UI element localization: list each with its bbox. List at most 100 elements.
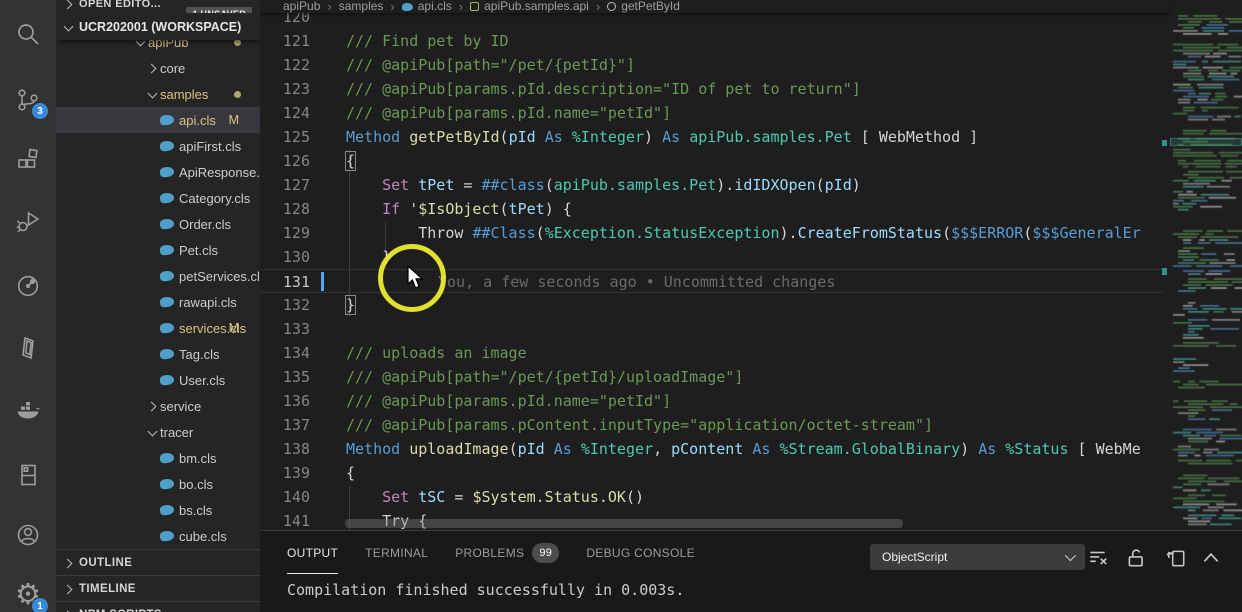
tree-item-pet-cls[interactable]: Pet.cls xyxy=(56,237,260,263)
code-line-121[interactable]: 121/// Find pet by ID xyxy=(260,29,1163,53)
account-icon[interactable] xyxy=(14,521,42,549)
class-file-icon xyxy=(160,504,175,515)
circle-branch-icon[interactable] xyxy=(14,272,42,300)
code-line-128[interactable]: 128 If '$IsObject(tPet) { xyxy=(260,197,1163,221)
breadcrumb-item-getpetbyid[interactable]: getPetById xyxy=(607,0,680,13)
tree-item-api-cls[interactable]: api.clsM xyxy=(56,107,260,133)
tree-item-cube-cls[interactable]: cube.cls xyxy=(56,523,260,549)
line-content: Method getPetById(pId As %Integer) As ap… xyxy=(346,125,978,149)
source-control-icon[interactable]: 3 xyxy=(14,86,42,114)
tree-item-tag-cls[interactable]: Tag.cls xyxy=(56,341,260,367)
code-line-139[interactable]: 139{ xyxy=(260,461,1163,485)
line-content: /// @apiPub[params.pId.name="petId"] xyxy=(346,101,671,125)
code-line-133[interactable]: 133 xyxy=(260,317,1163,341)
run-debug-icon[interactable] xyxy=(14,208,42,236)
code-line-129[interactable]: 129 Throw ##Class(%Exception.StatusExcep… xyxy=(260,221,1163,245)
section-header-outline[interactable]: OUTLINE xyxy=(56,549,260,575)
code-line-126[interactable]: 126{ xyxy=(260,149,1163,173)
line-number: 136 xyxy=(260,389,310,413)
docker-icon[interactable] xyxy=(14,396,42,424)
code-line-123[interactable]: 123/// @apiPub[params.pId.description="I… xyxy=(260,77,1163,101)
clear-output-icon[interactable] xyxy=(1087,547,1109,569)
tree-item-tracer[interactable]: tracer xyxy=(56,419,260,445)
tree-item-rawapi-cls[interactable]: rawapi.cls xyxy=(56,289,260,315)
breadcrumb-label: apiPub.samples.api xyxy=(484,0,589,13)
open-in-editor-icon[interactable] xyxy=(1165,547,1187,569)
breadcrumb-item-apipub[interactable]: apiPub xyxy=(283,0,320,13)
extensions-icon[interactable] xyxy=(14,146,42,174)
line-number: 133 xyxy=(260,317,310,341)
problems-count-badge: 99 xyxy=(532,543,559,563)
tree-item-services-cls[interactable]: services.clsM xyxy=(56,315,260,341)
tree-item-service[interactable]: service xyxy=(56,393,260,419)
section-label: TIMELINE xyxy=(79,583,136,595)
horizontal-scrollbar[interactable] xyxy=(345,519,903,528)
unlock-icon[interactable] xyxy=(1125,547,1147,569)
tree-item-bs-cls[interactable]: bs.cls xyxy=(56,497,260,523)
breadcrumb-item-samples[interactable]: samples xyxy=(339,0,384,13)
tree-item-bm-cls[interactable]: bm.cls xyxy=(56,445,260,471)
code-editor[interactable]: apiPub›samples›api.cls›apiPub.samples.ap… xyxy=(260,0,1242,530)
code-line-140[interactable]: 140 Set tSC = $System.Status.OK() xyxy=(260,485,1163,509)
tree-item-order-cls[interactable]: Order.cls xyxy=(56,211,260,237)
code-line-122[interactable]: 122/// @apiPub[path="/pet/{petId}"] xyxy=(260,53,1163,77)
objectscript-icon[interactable] xyxy=(14,334,42,362)
line-number: 126 xyxy=(260,149,310,173)
line-number: 124 xyxy=(260,101,310,125)
code-line-134[interactable]: 134/// uploads an image xyxy=(260,341,1163,365)
section-header-npm-scripts[interactable]: NPM SCRIPTS xyxy=(56,601,260,612)
tree-item-core[interactable]: core xyxy=(56,55,260,81)
panel-tab-problems[interactable]: PROBLEMS99 xyxy=(455,531,559,574)
section-header-timeline[interactable]: TIMELINE xyxy=(56,575,260,601)
output-channel-select[interactable]: ObjectScript xyxy=(870,544,1085,570)
tree-item-category-cls[interactable]: Category.cls xyxy=(56,185,260,211)
class-file-icon xyxy=(160,478,175,489)
line-content: /// @apiPub[path="/pet/{petId}"] xyxy=(346,53,635,77)
panel-tab-label: OUTPUT xyxy=(287,546,338,560)
tree-item-label: rawapi.cls xyxy=(179,295,237,310)
line-content: /// @apiPub[params.pContent.inputType="a… xyxy=(346,413,933,437)
tree-item-petservices-cls[interactable]: petServices.cls xyxy=(56,263,260,289)
breadcrumb-item-apipub-samples-api[interactable]: apiPub.samples.api xyxy=(470,0,589,13)
chevron-up-icon[interactable] xyxy=(1200,547,1222,569)
line-content: /// @apiPub[path="/pet/{petId}/uploadIma… xyxy=(346,365,743,389)
tree-item-apiresponse-cls[interactable]: ApiResponse.cls xyxy=(56,159,260,185)
code-line-125[interactable]: 125Method getPetById(pId As %Integer) As… xyxy=(260,125,1163,149)
panel-tab-label: TERMINAL xyxy=(365,546,428,560)
settings-gear-icon[interactable]: ⚙1 xyxy=(14,581,42,609)
tree-item-label: petServices.cls xyxy=(179,269,260,284)
code-line-135[interactable]: 135/// @apiPub[path="/pet/{petId}/upload… xyxy=(260,365,1163,389)
tree-item-apifirst-cls[interactable]: apiFirst.cls xyxy=(56,133,260,159)
git-modified-badge: M xyxy=(229,321,239,335)
tree-item-bo-cls[interactable]: bo.cls xyxy=(56,471,260,497)
file-tree: apiPubcoresamplesapi.clsMapiFirst.clsApi… xyxy=(56,29,260,549)
open-editors-label: OPEN EDITO... xyxy=(79,0,161,10)
panel-tab-label: DEBUG CONSOLE xyxy=(586,546,695,560)
workspace-header[interactable]: UCR202001 (WORKSPACE) xyxy=(56,13,260,40)
code-line-138[interactable]: 138Method uploadImage(pId As %Integer, p… xyxy=(260,437,1163,461)
panel-tab-debug-console[interactable]: DEBUG CONSOLE xyxy=(586,531,695,574)
minimap[interactable] xyxy=(1170,13,1242,530)
line-number: 131 xyxy=(260,270,310,293)
chevron-down-icon xyxy=(146,87,160,101)
badge: 3 xyxy=(31,102,49,120)
class-file-icon xyxy=(160,244,175,255)
panel-tab-output[interactable]: OUTPUT xyxy=(287,531,338,574)
tree-item-label: samples xyxy=(160,87,208,102)
search-icon[interactable] xyxy=(14,21,42,49)
code-line-137[interactable]: 137/// @apiPub[params.pContent.inputType… xyxy=(260,413,1163,437)
panel-tab-terminal[interactable]: TERMINAL xyxy=(365,531,428,574)
tree-item-label: Category.cls xyxy=(179,191,250,206)
breadcrumb-item-api-cls[interactable]: api.cls xyxy=(402,0,452,13)
code-line-124[interactable]: 124 /// @apiPub[params.pId.name="petId"] xyxy=(260,101,1163,125)
breadcrumb: apiPub›samples›api.cls›apiPub.samples.ap… xyxy=(260,0,1170,13)
class-file-icon xyxy=(160,270,175,281)
server-icon[interactable] xyxy=(14,461,42,489)
tree-item-label: bs.cls xyxy=(179,503,212,518)
tree-item-user-cls[interactable]: User.cls xyxy=(56,367,260,393)
tree-item-label: api.cls xyxy=(179,113,216,128)
class-file-icon xyxy=(160,114,175,125)
tree-item-samples[interactable]: samples xyxy=(56,81,260,107)
code-line-136[interactable]: 136/// @apiPub[params.pId.name="petId"] xyxy=(260,389,1163,413)
code-line-127[interactable]: 127 Set tPet = ##class(apiPub.samples.Pe… xyxy=(260,173,1163,197)
